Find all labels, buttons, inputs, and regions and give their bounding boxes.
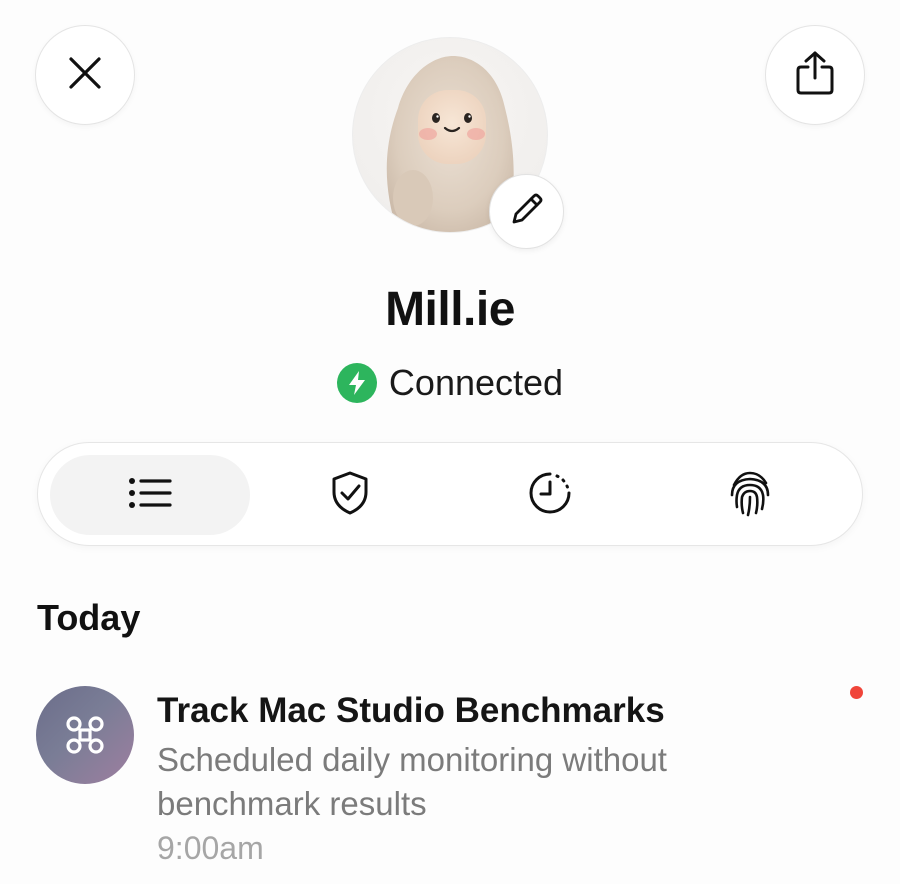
tab-history[interactable] — [450, 455, 650, 535]
tab-bar — [37, 442, 863, 546]
list-icon — [128, 476, 172, 515]
tab-list[interactable] — [50, 455, 250, 535]
list-item[interactable]: Track Mac Studio Benchmarks Scheduled da… — [36, 686, 866, 866]
clock-history-icon — [527, 470, 573, 521]
lightning-bolt-icon — [336, 363, 377, 403]
status-label: Connected — [388, 362, 564, 403]
section-title-today: Today — [37, 597, 141, 638]
shield-check-icon — [330, 470, 370, 521]
tab-security[interactable] — [250, 455, 450, 535]
fingerprint-icon — [728, 469, 772, 522]
item-title: Track Mac Studio Benchmarks — [157, 691, 665, 730]
edit-avatar-button[interactable] — [489, 174, 564, 249]
avatar-container — [352, 37, 564, 249]
tab-biometrics[interactable] — [650, 455, 850, 535]
item-description: Scheduled daily monitoring without bench… — [157, 741, 667, 822]
unread-indicator — [850, 686, 863, 699]
share-icon — [795, 50, 835, 101]
close-icon — [66, 54, 104, 97]
pencil-icon — [508, 190, 546, 233]
close-button[interactable] — [35, 25, 135, 125]
command-key-icon — [36, 686, 134, 784]
share-button[interactable] — [765, 25, 865, 125]
connection-status: Connected — [0, 362, 900, 404]
item-timestamp: 9:00am — [157, 830, 264, 866]
profile-name: Mill.ie — [385, 283, 515, 336]
